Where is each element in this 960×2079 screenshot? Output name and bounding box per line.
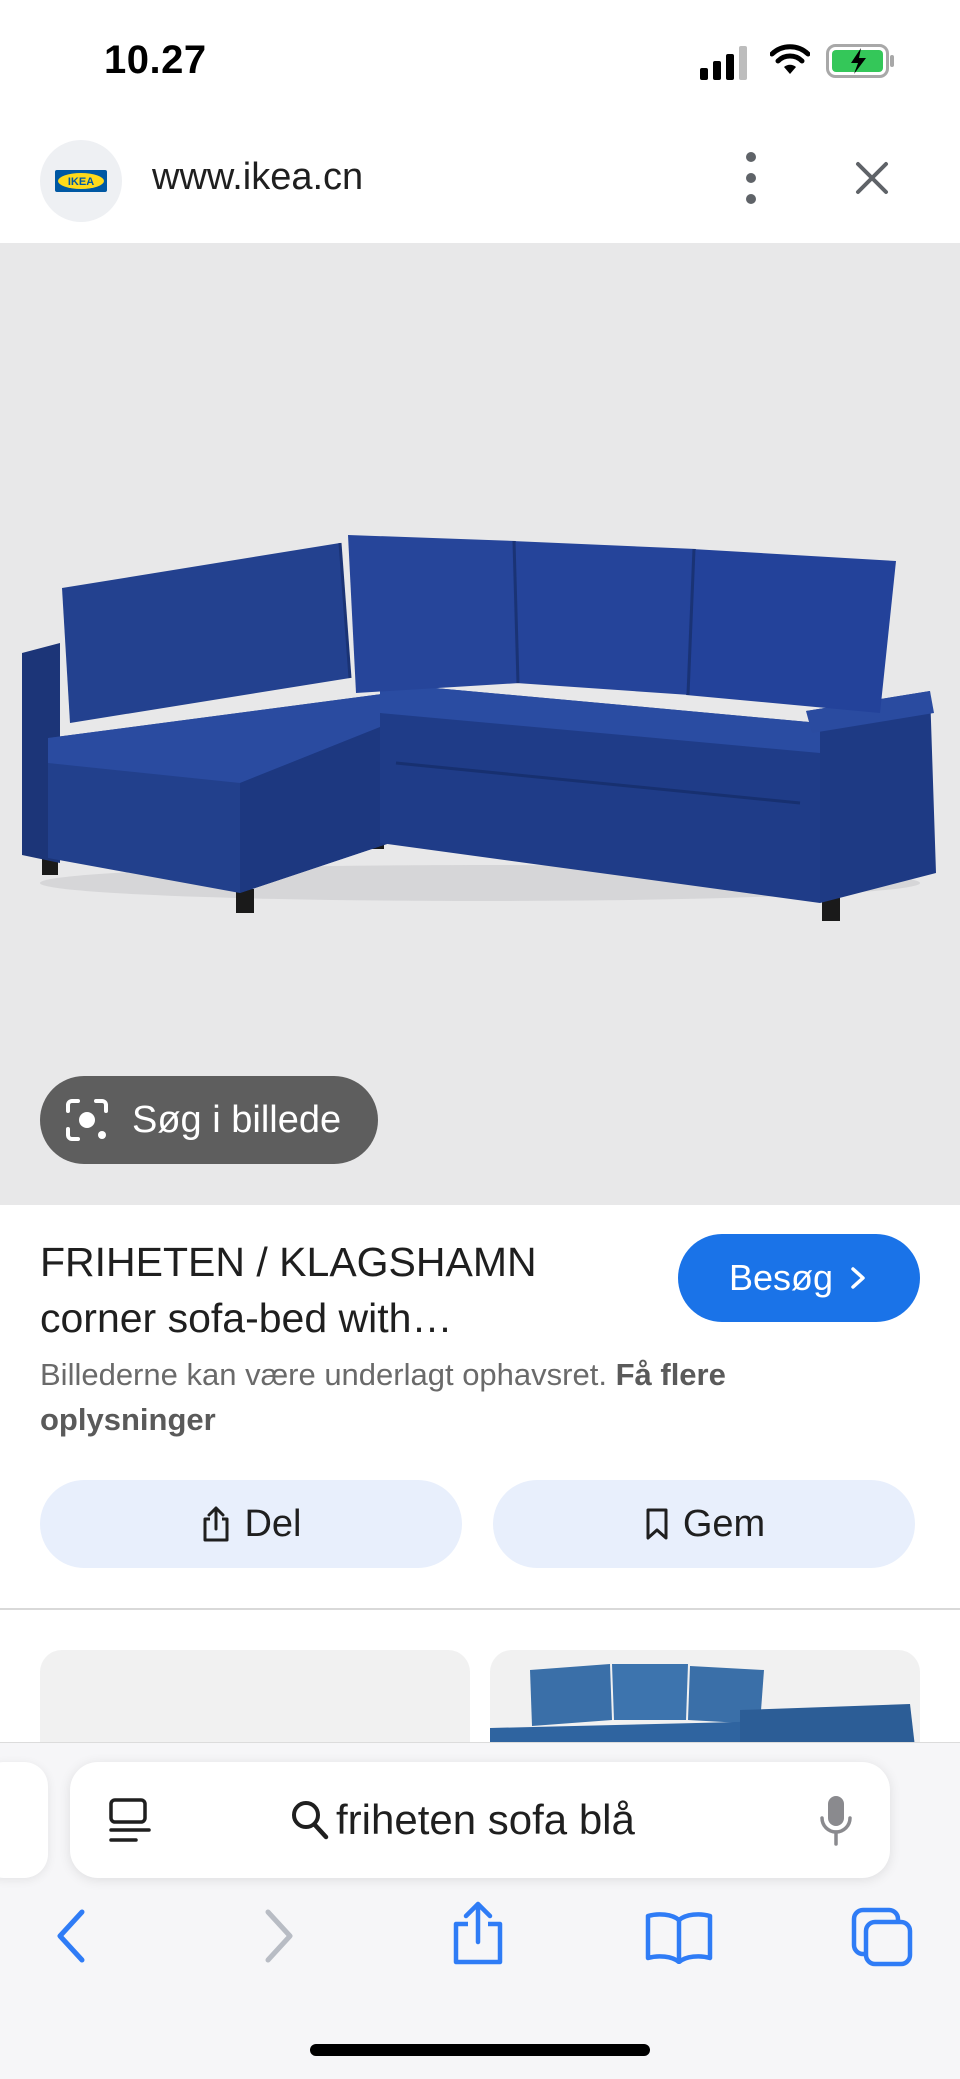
status-time: 10.27 [104, 38, 207, 82]
ikea-logo: IKEA [55, 170, 107, 192]
product-image[interactable] [0, 243, 960, 1205]
share-icon [203, 1506, 229, 1542]
tabs-icon[interactable] [850, 1906, 914, 1968]
search-icon [292, 1801, 329, 1840]
visit-label: Besøg [728, 1257, 834, 1298]
save-button[interactable]: Gem [493, 1480, 915, 1568]
save-label: Gem [682, 1502, 766, 1545]
product-title[interactable]: FRIHETEN / KLAGSHAMN corner sofa-bed wit… [40, 1234, 640, 1346]
share-label: Del [244, 1502, 302, 1545]
visit-button[interactable]: Besøg [678, 1234, 920, 1322]
share-toolbar-icon[interactable] [450, 1900, 506, 1968]
reader-icon[interactable] [106, 1796, 154, 1846]
close-icon[interactable] [848, 154, 896, 202]
signal-icon [700, 46, 747, 80]
mic-icon[interactable] [818, 1794, 854, 1848]
copyright-text: Billederne kan være underlagt ophavsret. [40, 1357, 607, 1392]
svg-text:IKEA: IKEA [68, 176, 94, 188]
battery-charging-icon [826, 44, 894, 78]
previous-tab-preview[interactable] [0, 1762, 48, 1878]
search-in-image-label: Søg i billede [132, 1098, 342, 1141]
forward-arrow-icon[interactable] [258, 1906, 298, 1966]
site-favicon: IKEA [40, 140, 122, 222]
more-vert-icon [746, 152, 756, 162]
home-indicator [310, 2044, 650, 2056]
search-query[interactable]: friheten sofa blå [336, 1796, 635, 1844]
sofa-image [22, 535, 936, 921]
search-in-image-button[interactable]: Søg i billede [40, 1076, 378, 1164]
site-url[interactable]: www.ikea.cn [152, 156, 363, 199]
chevron-right-icon [851, 1267, 865, 1289]
copyright-notice: Billederne kan være underlagt ophavsret.… [40, 1352, 860, 1442]
lens-icon [66, 1099, 108, 1141]
divider [0, 1608, 960, 1610]
more-options-button[interactable] [736, 152, 766, 204]
bookmark-icon [646, 1508, 668, 1540]
back-arrow-icon[interactable] [52, 1906, 92, 1966]
wifi-icon [770, 44, 810, 74]
bookmarks-icon[interactable] [644, 1910, 714, 1964]
share-button[interactable]: Del [40, 1480, 462, 1568]
